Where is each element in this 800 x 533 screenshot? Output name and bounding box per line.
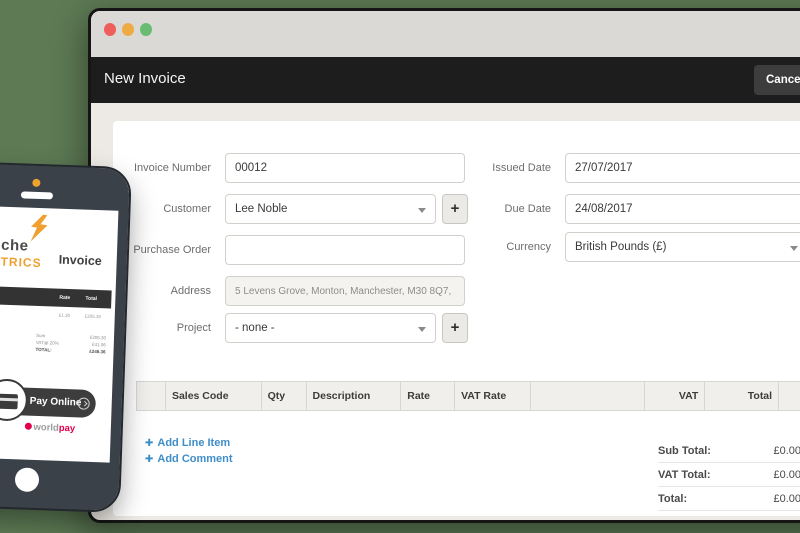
phone-home-button bbox=[15, 467, 40, 492]
vat-total-row: VAT Total: £0.00 bbox=[658, 463, 800, 487]
plus-icon: ✚ bbox=[145, 438, 153, 449]
close-window-icon[interactable] bbox=[104, 23, 116, 36]
total-row: Total: £0.00 bbox=[658, 487, 800, 511]
vat-total-value: £0.00 bbox=[773, 463, 800, 486]
project-select[interactable]: - none - bbox=[225, 313, 436, 343]
window-titlebar bbox=[91, 11, 800, 57]
plus-icon: ✚ bbox=[145, 454, 153, 465]
address-label: Address bbox=[113, 285, 211, 297]
currency-select[interactable]: British Pounds (£) bbox=[565, 232, 800, 262]
vat-total-label: VAT Total: bbox=[658, 463, 711, 486]
phone-mockup: che TRICS Invoice Rate Total platinum £1… bbox=[0, 163, 130, 511]
mini-rate-header: Rate bbox=[59, 295, 70, 301]
currency-label: Currency bbox=[413, 241, 551, 253]
mini-totals: Sum £205.30 VAT@ 20% £41.06 TOTAL: £246.… bbox=[35, 332, 106, 355]
page-title: New Invoice bbox=[104, 70, 186, 87]
subtotal-row: Sub Total: £0.00 bbox=[658, 439, 800, 463]
mini-table-header: Rate Total bbox=[0, 285, 112, 308]
total-value: £0.00 bbox=[773, 487, 800, 510]
chevron-down-icon bbox=[418, 327, 426, 332]
column-header-description: Description bbox=[307, 382, 402, 410]
minimize-window-icon[interactable] bbox=[122, 23, 134, 36]
mini-item-rate: £1.30 bbox=[59, 313, 70, 318]
zoom-window-icon[interactable] bbox=[140, 23, 152, 36]
chevron-right-icon bbox=[77, 397, 89, 409]
total-label: Total: bbox=[658, 487, 687, 510]
project-value: - none - bbox=[235, 322, 275, 334]
issued-date-input[interactable] bbox=[565, 153, 800, 183]
add-comment-label: Add Comment bbox=[157, 453, 232, 465]
project-label: Project bbox=[113, 322, 211, 334]
add-line-item-link[interactable]: ✚ Add Line Item bbox=[145, 437, 233, 449]
mini-grand-total-row: TOTAL: £246.36 bbox=[35, 346, 105, 355]
company-logo-text: che bbox=[1, 237, 29, 255]
page-background: New Invoice Cancel Invoice Number Custom… bbox=[0, 0, 800, 533]
subtotal-value: £0.00 bbox=[773, 439, 800, 462]
pay-online-label: Pay Online bbox=[30, 396, 82, 409]
mini-item-total: £205.30 bbox=[85, 314, 101, 320]
worldpay-logo: worldpay bbox=[0, 421, 105, 436]
column-header-rate: Rate bbox=[401, 382, 455, 410]
phone-screen-invoice-preview: che TRICS Invoice Rate Total platinum £1… bbox=[0, 205, 118, 462]
column-header-vat-rate: VAT Rate bbox=[455, 382, 531, 410]
column-header-qty: Qty bbox=[262, 382, 307, 410]
due-date-label: Due Date bbox=[413, 203, 551, 215]
add-project-button[interactable]: + bbox=[442, 313, 468, 343]
worldpay-text-world: world bbox=[33, 422, 59, 434]
invoice-totals: Sub Total: £0.00 VAT Total: £0.00 Total:… bbox=[658, 439, 800, 511]
column-header-handle bbox=[137, 382, 166, 410]
mini-total-header: Total bbox=[85, 296, 97, 302]
column-header-sales-code: Sales Code bbox=[166, 382, 262, 410]
lightning-bolt-icon bbox=[25, 212, 52, 245]
line-items-table-header: Sales Code Qty Description Rate VAT Rate… bbox=[136, 381, 800, 411]
phone-camera-icon bbox=[32, 179, 40, 187]
invoice-form-card: Invoice Number Customer Lee Noble + Purc… bbox=[113, 121, 800, 516]
cancel-button[interactable]: Cancel bbox=[754, 65, 800, 95]
column-header-total: Total bbox=[705, 382, 779, 410]
phone-speaker bbox=[21, 191, 53, 199]
invoice-doc-title: Invoice bbox=[58, 253, 102, 268]
chevron-down-icon bbox=[790, 246, 798, 251]
worldpay-text-pay: pay bbox=[59, 423, 76, 435]
company-logo-subtext: TRICS bbox=[0, 255, 41, 270]
mini-grand-total-label: TOTAL: bbox=[35, 346, 51, 354]
mini-line-item-row: platinum £1.30 £205.30 bbox=[0, 309, 111, 314]
column-header-vat: VAT bbox=[645, 382, 705, 410]
browser-window: New Invoice Cancel Invoice Number Custom… bbox=[88, 8, 800, 523]
currency-value: British Pounds (£) bbox=[575, 241, 666, 253]
issued-date-label: Issued Date bbox=[413, 162, 551, 174]
due-date-input[interactable] bbox=[565, 194, 800, 224]
mini-grand-total-value: £246.36 bbox=[89, 348, 106, 356]
add-line-item-label: Add Line Item bbox=[157, 437, 230, 449]
column-header-trailing bbox=[779, 382, 800, 410]
add-comment-link[interactable]: ✚ Add Comment bbox=[145, 453, 233, 465]
worldpay-glyph-icon bbox=[24, 423, 31, 430]
column-header-spacer bbox=[531, 382, 646, 410]
address-input[interactable] bbox=[225, 276, 465, 306]
subtotal-label: Sub Total: bbox=[658, 439, 711, 462]
app-header-bar: New Invoice Cancel bbox=[91, 57, 800, 103]
